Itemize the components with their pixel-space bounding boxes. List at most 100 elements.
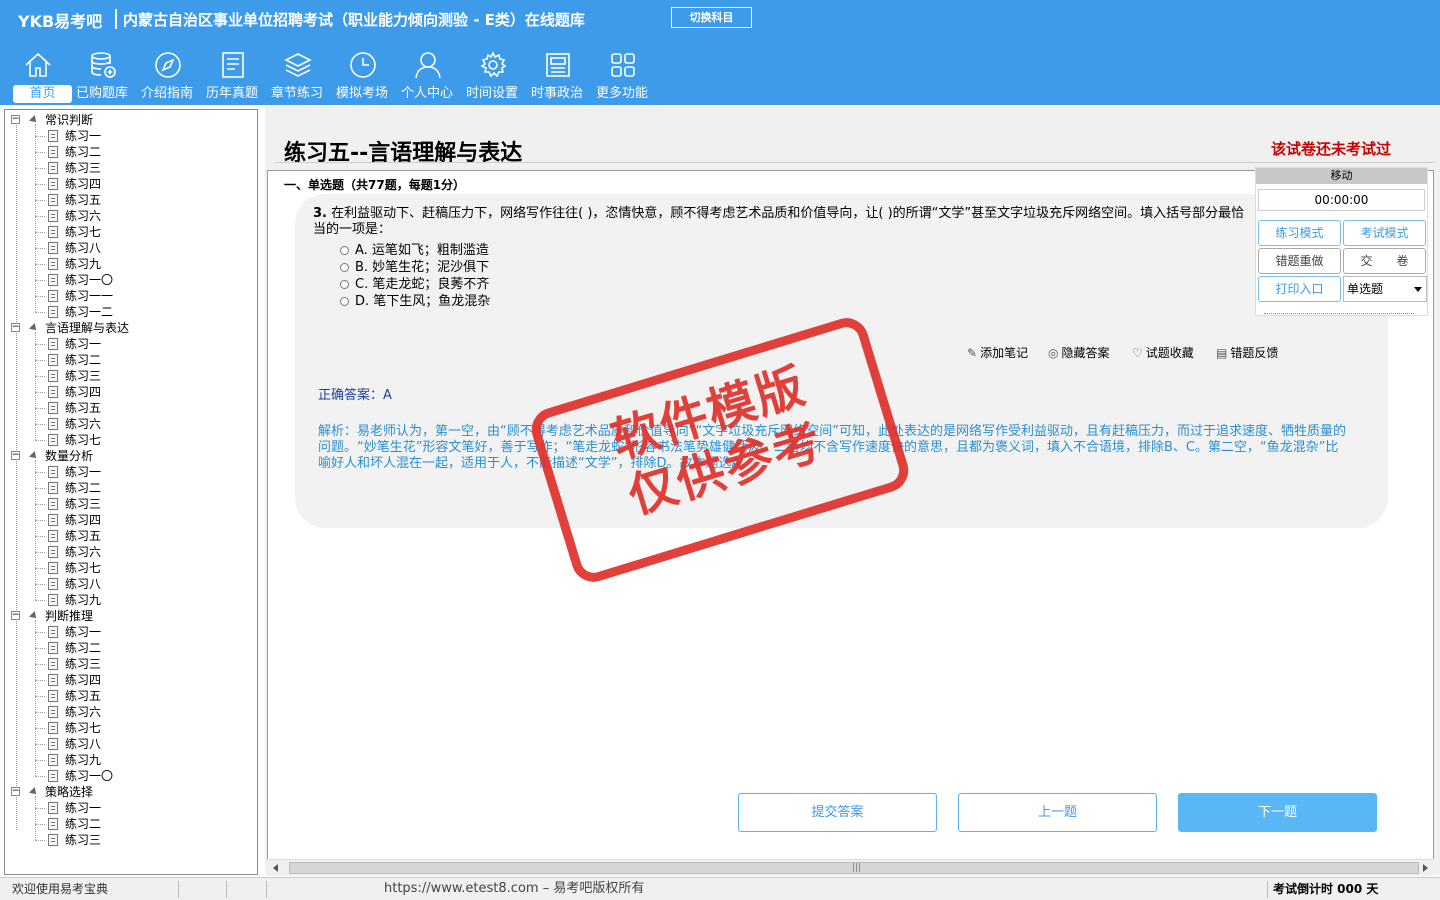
chapter-tree[interactable]: − 常识判断 练习一 练习二 练习三 练习四 练习五 练习六 练习七 练习八 练习九 练习一〇 练习一一… [4, 109, 258, 875]
tree-connector [35, 136, 45, 137]
nav-mock-exam[interactable]: 模拟考场 [330, 48, 394, 105]
exam-mode-button[interactable]: 考试模式 [1343, 220, 1426, 246]
horizontal-scrollbar[interactable]: ||| [267, 859, 1434, 876]
tree-connector [35, 152, 45, 153]
section-header: 一、单选题（共77题，每题1分） [284, 178, 466, 192]
document-icon [48, 258, 58, 270]
nav-chapter[interactable]: 章节练习 [265, 48, 329, 105]
tree-item-label: 练习四 [65, 513, 102, 527]
submit-answer-button[interactable]: 提交答案 [738, 793, 937, 832]
radio-icon[interactable] [340, 263, 349, 272]
tree-connector [35, 408, 45, 409]
tree-connector [35, 600, 45, 601]
next-question-button[interactable]: 下一题 [1178, 793, 1377, 832]
question-type-select[interactable]: 单选题 [1343, 276, 1427, 302]
eye-icon: ◎ [1048, 346, 1059, 360]
tree-connector [35, 332, 36, 440]
collapse-toggle-icon[interactable]: − [11, 323, 20, 332]
document-icon [48, 162, 58, 174]
tree-connector [35, 712, 45, 713]
collapse-toggle-icon[interactable]: − [11, 611, 20, 620]
radio-icon[interactable] [340, 297, 349, 306]
scroll-left-icon[interactable] [273, 864, 278, 872]
nav-label: 章节练习 [270, 86, 323, 101]
nav-guide[interactable]: 介绍指南 [135, 48, 199, 105]
nav-purchased[interactable]: 已购题库 [70, 48, 134, 105]
tree-item-label: 练习五 [65, 529, 102, 543]
option-d[interactable]: D. 笔下生风；鱼龙混杂 [340, 294, 490, 310]
nav-more[interactable]: 更多功能 [590, 48, 654, 105]
document-icon [48, 802, 58, 814]
option-label: B. 妙笔生花；泥沙俱下 [355, 260, 490, 275]
tool-label: 试题收藏 [1145, 346, 1194, 360]
document-icon [48, 194, 58, 206]
status-separator [1267, 881, 1268, 898]
option-c[interactable]: C. 笔走龙蛇；良莠不齐 [340, 277, 489, 293]
nav-profile[interactable]: 个人中心 [395, 48, 459, 105]
tree-connector [35, 620, 36, 776]
tree-connector [35, 344, 45, 345]
tree-item-label: 练习一〇 [65, 273, 114, 287]
document-icon [48, 658, 58, 670]
option-b[interactable]: B. 妙笔生花；泥沙俱下 [340, 260, 489, 276]
collapse-toggle-icon[interactable]: − [11, 787, 20, 796]
list-doc-icon [222, 52, 244, 78]
prev-question-button[interactable]: 上一题 [958, 793, 1157, 832]
document-icon: ▤ [1216, 346, 1228, 360]
collapse-toggle-icon[interactable]: − [11, 451, 20, 460]
brand-separator [115, 9, 117, 29]
document-icon [48, 674, 58, 686]
document-icon [48, 642, 58, 654]
option-a[interactable]: A. 运笔如飞；粗制滥造 [340, 243, 489, 259]
tree-connector [35, 376, 45, 377]
status-separator [178, 881, 179, 898]
tree-connector [35, 824, 45, 825]
tree-connector [35, 440, 45, 441]
nav-time-settings[interactable]: 时间设置 [460, 48, 524, 105]
favorite-button[interactable]: ♡ 试题收藏 [1132, 345, 1194, 361]
expanded-triangle-icon [29, 323, 39, 333]
nav-past-papers[interactable]: 历年真题 [200, 48, 264, 105]
main-nav: 首页 已购题库 介绍指南 历年真题 章节练习 模拟考场 个人中心 时间设置 时事… [0, 48, 1440, 105]
expanded-triangle-icon [29, 611, 39, 621]
redo-wrong-button[interactable]: 错题重做 [1258, 248, 1341, 274]
radio-icon[interactable] [340, 280, 349, 289]
document-icon [48, 754, 58, 766]
feedback-button[interactable]: ▤ 错题反馈 [1216, 345, 1278, 361]
document-icon [48, 482, 58, 494]
collapse-toggle-icon[interactable]: − [11, 115, 20, 124]
nav-label: 个人中心 [400, 86, 453, 101]
title-divider [275, 162, 1435, 163]
tree-item-label: 练习一一 [65, 289, 114, 303]
tree-item-label: 练习五 [65, 193, 102, 207]
practice-mode-button[interactable]: 练习模式 [1258, 220, 1341, 246]
tree-connector [35, 504, 45, 505]
print-button[interactable]: 打印入口 [1258, 276, 1341, 302]
question-stem: 在利益驱动下、赶稿压力下，网络写作往往( )，恣情快意，顾不得考虑艺术品质和价值… [313, 206, 1245, 237]
nav-current-affairs[interactable]: 时事政治 [525, 48, 589, 105]
tree-connector [35, 696, 45, 697]
hide-answer-button[interactable]: ◎ 隐藏答案 [1048, 345, 1110, 361]
nav-home[interactable]: 首页 [5, 48, 72, 105]
tree-item-label: 练习二 [65, 145, 102, 159]
tree-item-label: 练习五 [65, 689, 102, 703]
move-handle[interactable]: 移动 [1256, 168, 1427, 184]
option-label: D. 笔下生风；鱼龙混杂 [355, 294, 491, 309]
tree-connector [35, 664, 45, 665]
submit-paper-button[interactable]: 交 卷 [1343, 248, 1426, 274]
switch-subject-button[interactable]: 切换科目 [671, 7, 752, 28]
tree-group-label: 判断推理 [45, 609, 94, 623]
tool-label: 错题反馈 [1230, 346, 1279, 360]
exam-countdown: 考试倒计时 000 天 [1273, 882, 1379, 896]
scroll-right-icon[interactable] [1423, 864, 1428, 872]
tree-connector [35, 796, 36, 840]
brand-logo: YKB易考吧 [18, 12, 103, 31]
grip-icon: ||| [852, 863, 862, 873]
document-icon [48, 738, 58, 750]
document-icon [48, 690, 58, 702]
radio-icon[interactable] [340, 246, 349, 255]
add-note-button[interactable]: ✎ 添加笔记 [967, 345, 1028, 361]
tree-connector [35, 200, 45, 201]
tree-item-label: 练习六 [65, 545, 102, 559]
nav-label: 时间设置 [465, 86, 518, 101]
